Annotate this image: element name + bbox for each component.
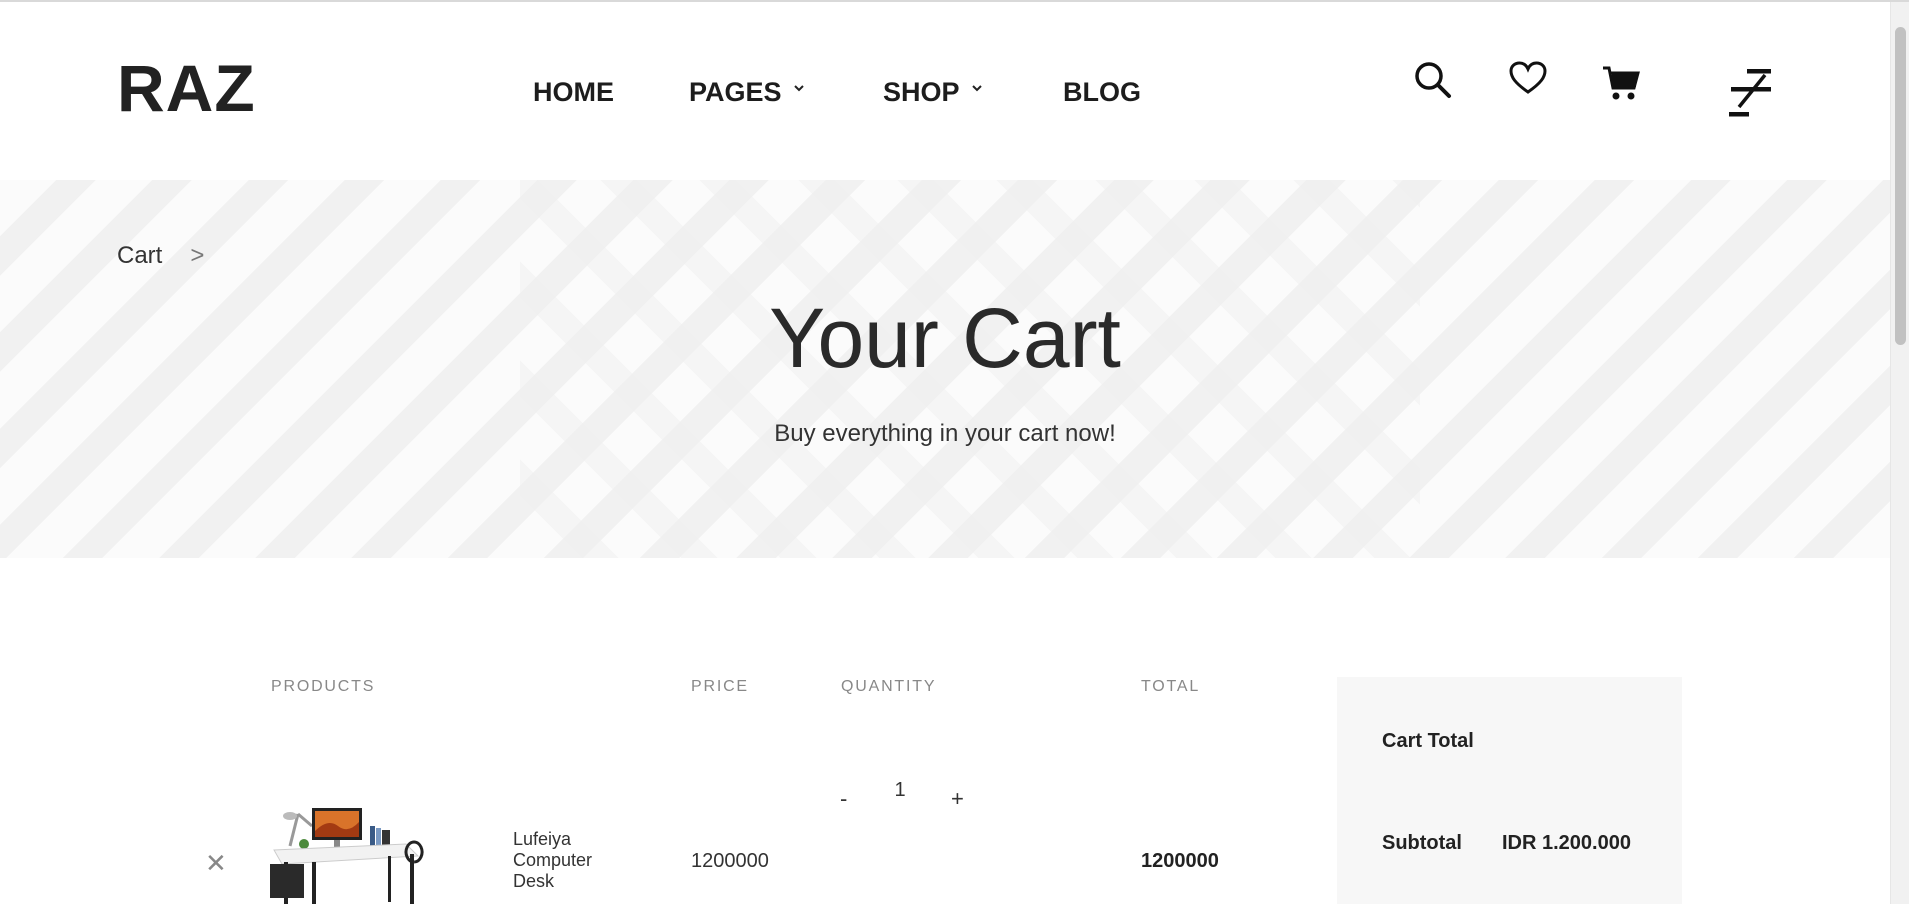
subtotal-value: IDR 1.200.000 — [1502, 832, 1631, 854]
quantity-input[interactable] — [885, 779, 915, 802]
site-logo[interactable]: RAZ — [117, 50, 256, 126]
quantity-increase-button[interactable]: + — [951, 786, 964, 812]
cart-total-panel: Cart Total Subtotal IDR 1.200.000 — [1337, 677, 1682, 904]
page-scrollbar[interactable] — [1890, 2, 1909, 904]
product-thumbnail[interactable] — [268, 786, 424, 904]
subtotal-label: Subtotal — [1382, 832, 1462, 854]
breadcrumb-cart[interactable]: Cart — [117, 242, 162, 269]
nav-pages-label: PAGES — [689, 77, 782, 107]
line-total: 1200000 — [1141, 850, 1219, 872]
chevron-down-icon — [792, 71, 806, 92]
heart-icon[interactable] — [1509, 61, 1547, 100]
breadcrumb-separator: > — [190, 242, 205, 269]
nav-blog[interactable]: BLOG — [1063, 77, 1141, 108]
quantity-decrease-button[interactable]: - — [840, 786, 847, 812]
nav-blog-label: BLOG — [1063, 77, 1141, 107]
scrollbar-thumb[interactable] — [1895, 27, 1906, 345]
nav-shop-label: SHOP — [883, 77, 960, 107]
menu-icon[interactable] — [1727, 67, 1773, 124]
page-hero: Cart > Your Cart Buy everything in your c… — [0, 180, 1890, 558]
column-header-quantity: QUANTITY — [841, 678, 937, 695]
column-header-products: PRODUCTS — [271, 678, 376, 695]
nav-home-label: HOME — [533, 77, 614, 107]
product-name[interactable]: Lufeiya Computer Desk — [513, 829, 613, 892]
search-icon[interactable] — [1413, 60, 1453, 105]
page-subtitle: Buy everything in your cart now! — [774, 420, 1116, 447]
site-header: RAZ HOME PAGES SHOP BLOG — [0, 2, 1890, 180]
cart-icon[interactable] — [1601, 64, 1641, 107]
page-title: Your Cart — [769, 291, 1121, 385]
nav-home[interactable]: HOME — [533, 77, 614, 108]
cart-total-title: Cart Total — [1382, 730, 1474, 752]
product-price: 1200000 — [691, 850, 769, 872]
chevron-down-icon — [970, 71, 984, 92]
breadcrumb: Cart > — [117, 242, 204, 270]
nav-shop[interactable]: SHOP — [883, 77, 984, 108]
column-header-total: TOTAL — [1141, 678, 1201, 695]
column-header-price: PRICE — [691, 678, 749, 695]
nav-pages[interactable]: PAGES — [689, 77, 806, 108]
remove-item-button[interactable]: ✕ — [205, 848, 227, 879]
